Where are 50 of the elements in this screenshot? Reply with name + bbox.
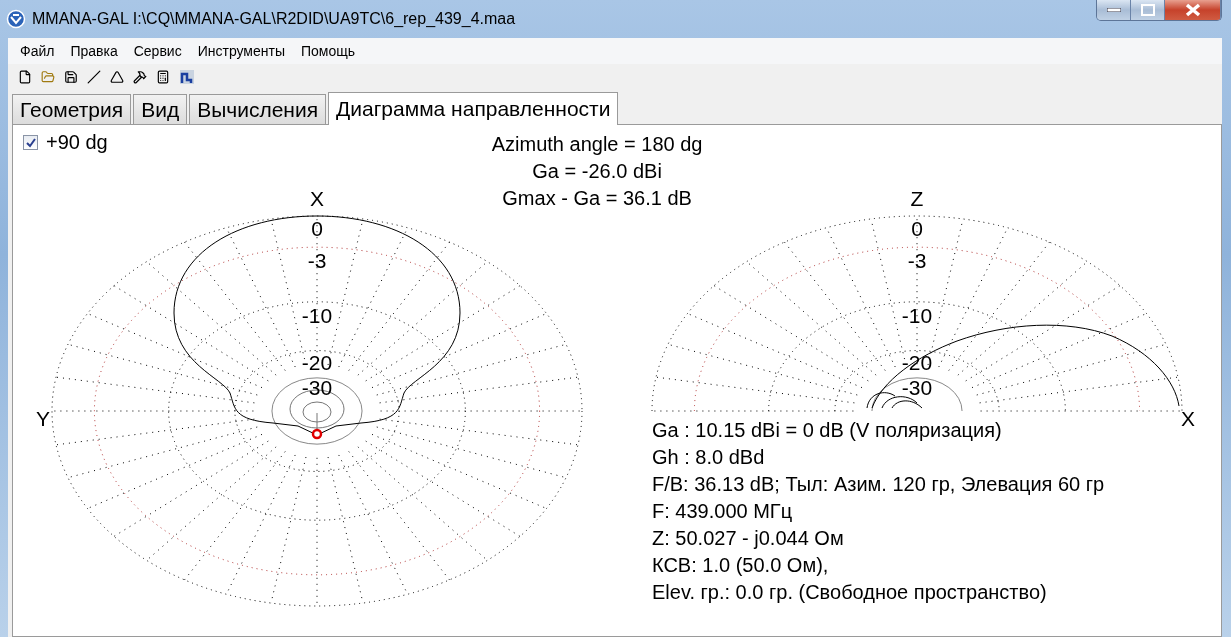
minimize-icon — [1106, 8, 1121, 12]
pattern-info-text: Ga = -26.0 dBi — [532, 159, 662, 184]
axis-label: X — [1181, 407, 1195, 430]
pattern-info-text: Azimuth angle = 180 dg — [491, 132, 703, 157]
ring-label: -3 — [907, 249, 927, 272]
menu-item[interactable]: Помощь — [292, 43, 364, 59]
menu-item[interactable]: Правка — [62, 43, 126, 59]
close-button[interactable] — [1165, 0, 1221, 20]
close-icon — [1184, 3, 1201, 17]
pattern-info-text: Gmax - Ga = 36.1 dB — [502, 186, 692, 211]
checkbox-label: +90 dg — [46, 131, 108, 154]
ring-label: -3 — [307, 249, 327, 272]
triangle-icon[interactable] — [110, 70, 124, 84]
minimize-button[interactable] — [1097, 0, 1131, 20]
axis-label: Y — [36, 407, 50, 430]
result-text: F: 439.000 МГц — [652, 499, 793, 524]
tab[interactable]: Диаграмма направленности — [328, 92, 619, 125]
ring-label: 0 — [911, 217, 923, 240]
axis-label: X — [310, 187, 324, 210]
folder-icon[interactable] — [41, 70, 55, 84]
menu-item[interactable]: Сервис — [125, 43, 190, 59]
calculator-icon[interactable] — [156, 70, 170, 84]
tools-icon[interactable] — [133, 70, 147, 84]
result-text: Gh : 8.0 dBd — [652, 445, 765, 470]
ring-label: -30 — [301, 376, 333, 399]
result-text: F/B: 36.13 dB; Тыл: Азим. 120 гр, Элевация 60 гр — [652, 472, 1105, 497]
maximize-button[interactable] — [1131, 0, 1165, 20]
tab[interactable]: Вычисления — [189, 94, 327, 124]
maximize-icon — [1140, 4, 1155, 16]
checkbox[interactable] — [23, 135, 38, 150]
menu-item[interactable]: Инструменты — [189, 43, 293, 59]
line-icon[interactable] — [87, 70, 101, 84]
tab[interactable]: Геометрия — [12, 94, 132, 124]
ring-label: -10 — [901, 304, 933, 327]
result-text: КСВ: 1.0 (50.0 Ом), — [652, 553, 829, 578]
result-text: Elev. гр.: 0.0 гр. (Свободное пространство) — [652, 580, 1047, 605]
app-logo-icon — [6, 9, 26, 29]
ring-label: -30 — [901, 376, 933, 399]
new-document-icon[interactable] — [18, 70, 32, 84]
ring-label: 0 — [311, 217, 323, 240]
ring-label: -20 — [301, 351, 333, 374]
floppy-icon[interactable] — [64, 70, 78, 84]
axis-label: Z — [910, 187, 924, 210]
tab[interactable]: Вид — [133, 94, 188, 124]
antenna-figure-icon[interactable] — [179, 69, 195, 85]
result-text: Z: 50.027 - j0.044 Ом — [652, 526, 844, 551]
ring-label: -10 — [301, 304, 333, 327]
window-title: MMANA-GAL I:\CQ\MMANA-GAL\R2DID\UA9TC\6_rep_439_4.maa — [32, 10, 516, 28]
menu-item[interactable]: Файл — [12, 43, 63, 59]
result-text: Ga : 10.15 dBi = 0 dB (V поляризация) — [652, 418, 1002, 443]
